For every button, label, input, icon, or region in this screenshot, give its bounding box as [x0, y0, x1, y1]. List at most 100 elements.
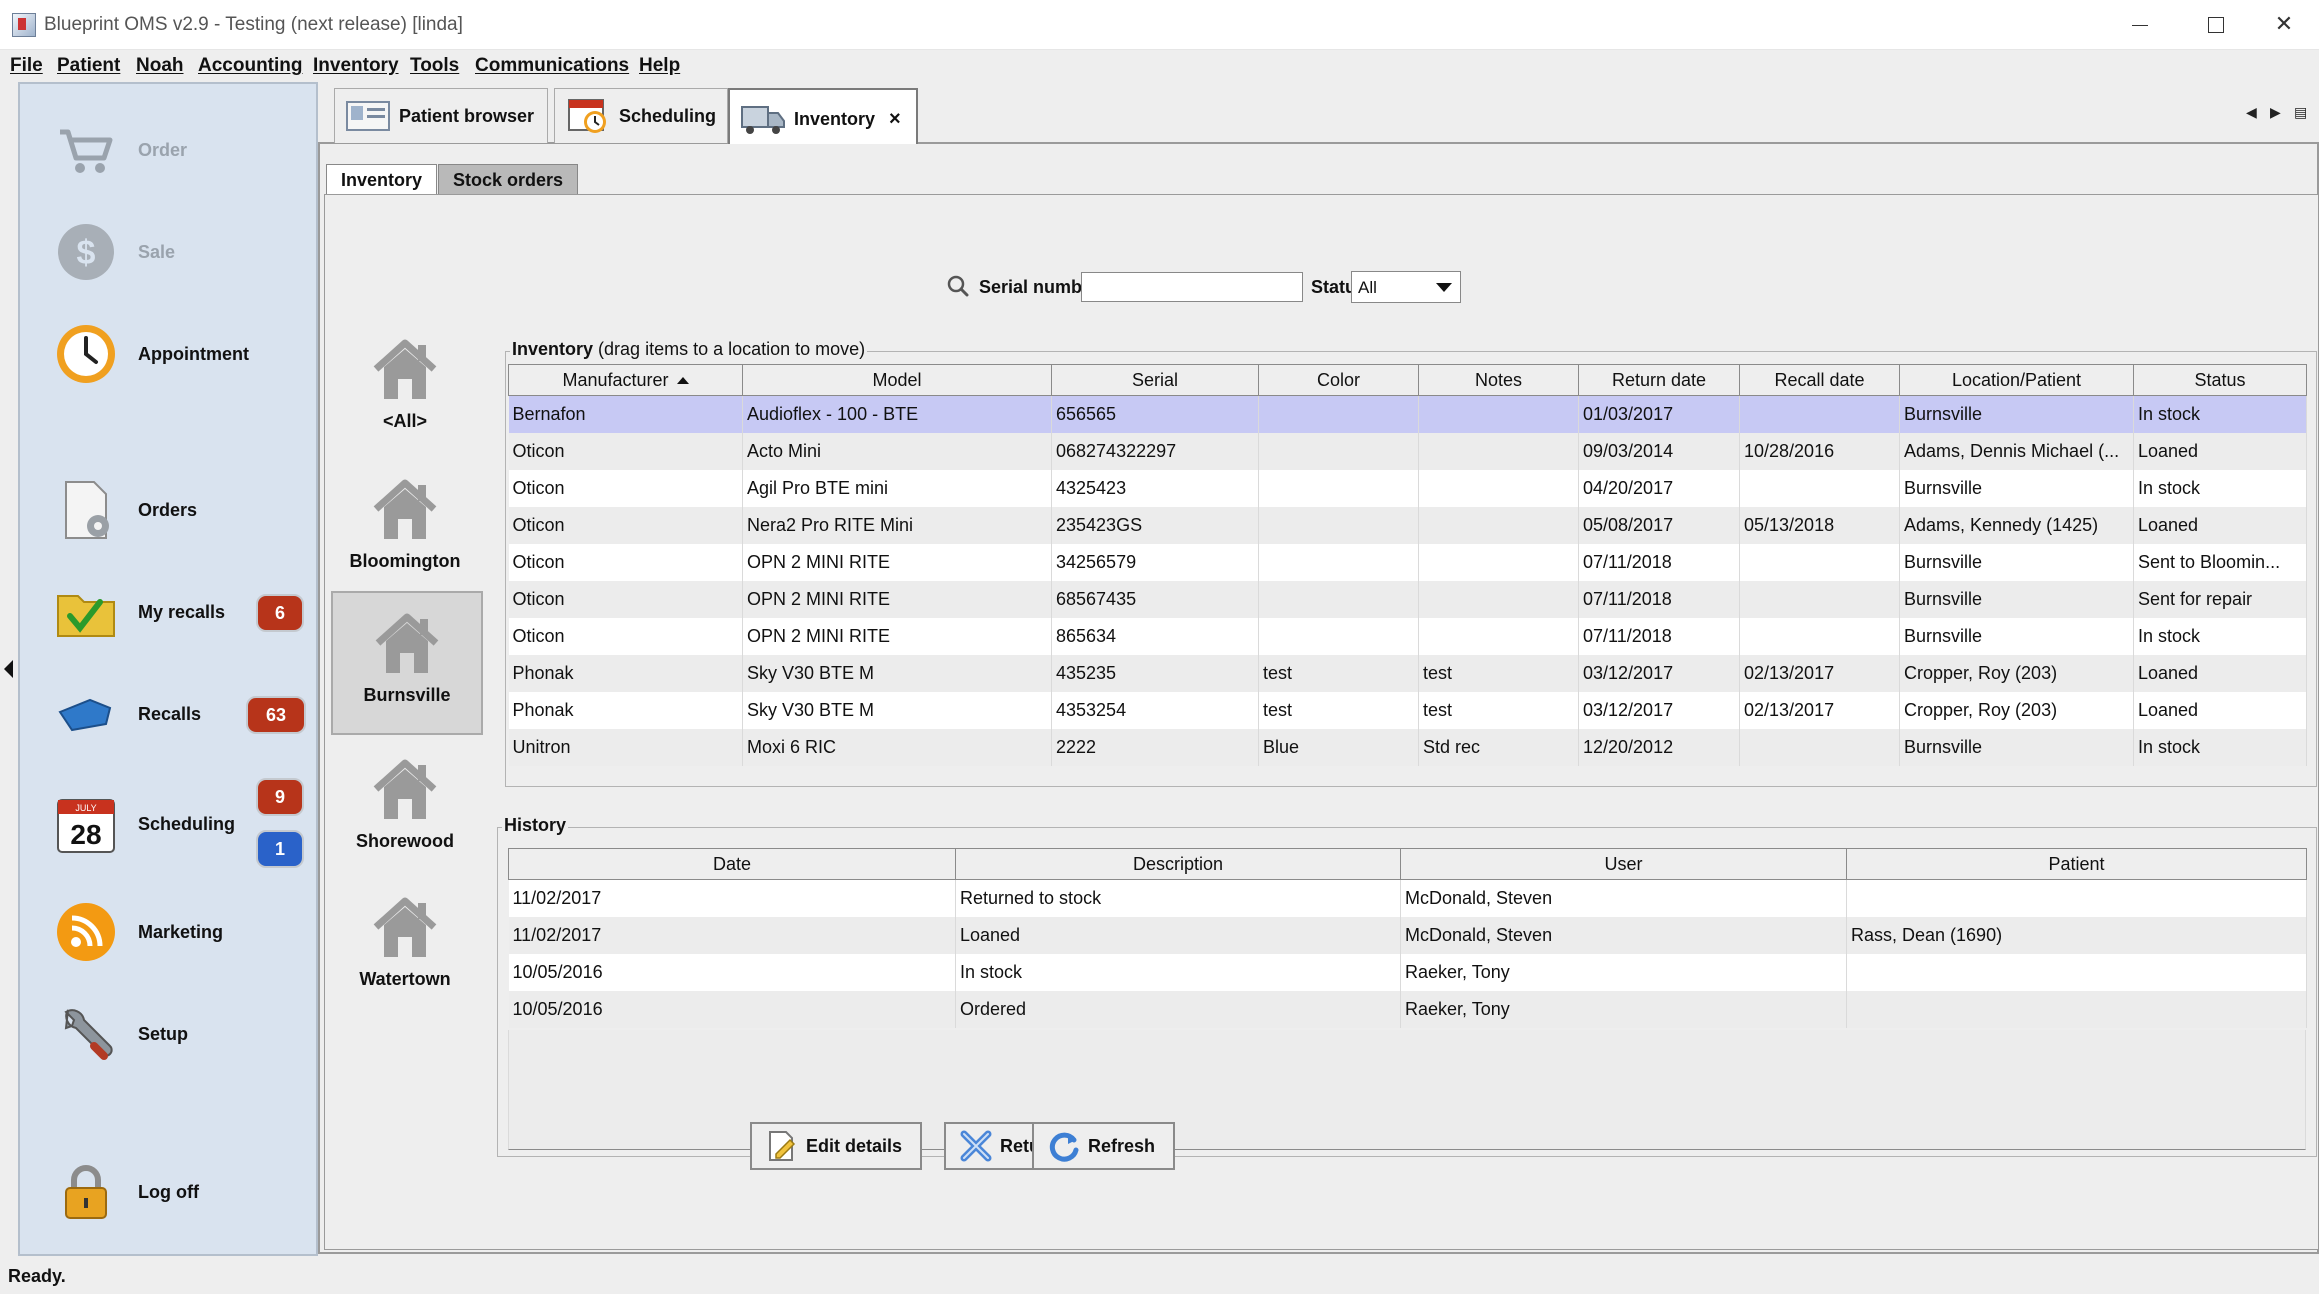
inventory-cell: Sky V30 BTE M: [742, 655, 1052, 692]
history-cell: Returned to stock: [955, 879, 1401, 917]
inventory-column-label: Model: [872, 369, 922, 390]
nav-order[interactable]: Order: [54, 110, 187, 190]
tab-patient-browser-label: Patient browser: [399, 105, 535, 126]
inventory-column-header[interactable]: Status: [2133, 364, 2307, 396]
location-all[interactable]: <All>: [331, 319, 479, 451]
inventory-cell: Audioflex - 100 - BTE: [742, 395, 1052, 433]
inventory-column-header[interactable]: Return date: [1578, 364, 1740, 396]
inventory-column-header[interactable]: Location/Patient: [1899, 364, 2134, 396]
inventory-cell: 03/12/2017: [1578, 692, 1740, 729]
clock-icon: [54, 322, 118, 386]
history-cell: Rass, Dean (1690): [1846, 917, 2307, 954]
history-cell: McDonald, Steven: [1400, 917, 1847, 954]
edit-details-button[interactable]: Edit details: [750, 1122, 923, 1170]
nav-log-off[interactable]: Log off: [54, 1152, 199, 1232]
inventory-cell: 068274322297: [1051, 433, 1259, 470]
nav-orders[interactable]: Orders: [54, 470, 197, 550]
inventory-column-header[interactable]: Serial: [1051, 364, 1259, 396]
history-column-header[interactable]: Date: [508, 848, 956, 880]
inventory-cell: Loaned: [2133, 655, 2307, 692]
collapse-nav-icon[interactable]: [4, 660, 13, 678]
inventory-cell: [1258, 395, 1419, 433]
history-group: History Date Description User Patient 11/02…: [497, 815, 2317, 1157]
inventory-column-header[interactable]: Color: [1258, 364, 1419, 396]
history-column-header[interactable]: User: [1400, 848, 1847, 880]
menu-communications[interactable]: Communications: [475, 55, 629, 77]
history-column-header[interactable]: Description: [955, 848, 1401, 880]
history-column-label: Patient: [2048, 853, 2105, 874]
close-window-button[interactable]: ✕: [2254, 6, 2314, 42]
inventory-cell: In stock: [2133, 395, 2307, 433]
tab-inventory[interactable]: Inventory ×: [728, 88, 918, 148]
menu-accounting[interactable]: Accounting: [198, 55, 303, 77]
status-filter-select[interactable]: All: [1351, 271, 1461, 303]
history-table-row[interactable]: 10/05/2016 In stock Raeker, Tony: [508, 954, 2307, 991]
history-table-row[interactable]: 11/02/2017 Returned to stock McDonald, Ste…: [508, 879, 2307, 917]
nav-marketing[interactable]: Marketing: [54, 892, 223, 972]
inventory-cell: Blue: [1258, 729, 1419, 766]
location-burnsville[interactable]: Burnsville: [331, 591, 483, 735]
inventory-column-label: Color: [1316, 369, 1360, 390]
nav-my-recalls-label: My recalls: [138, 601, 226, 622]
minimize-button[interactable]: [2110, 6, 2170, 42]
location-watertown[interactable]: Watertown: [331, 877, 479, 1009]
inventory-cell: Unitron: [508, 729, 743, 766]
inventory-cell: Sent to Bloomin...: [2133, 544, 2307, 581]
inventory-column-header[interactable]: Model: [742, 364, 1052, 396]
nav-sale[interactable]: $ Sale: [54, 212, 175, 292]
nav-scheduling[interactable]: JULY 28 Scheduling: [54, 784, 235, 864]
menu-noah[interactable]: Noah: [136, 55, 184, 77]
inventory-cell: [1258, 618, 1419, 655]
serial-number-input[interactable]: [1081, 272, 1303, 302]
nav-scheduling-label: Scheduling: [138, 813, 236, 834]
location-name: Burnsville: [363, 685, 451, 705]
history-column-header[interactable]: Patient: [1846, 848, 2307, 880]
history-table-row[interactable]: 11/02/2017 Loaned McDonald, Steven Rass, De…: [508, 917, 2307, 954]
subtab-inventory[interactable]: Inventory: [326, 164, 438, 196]
menu-help[interactable]: Help: [639, 55, 680, 77]
nav-my-recalls[interactable]: My recalls: [54, 572, 225, 652]
nav-recalls[interactable]: Recalls: [54, 674, 201, 754]
tab-close-icon[interactable]: ×: [889, 108, 901, 131]
tabs-list-icon[interactable]: ▤: [2294, 104, 2307, 121]
nav-setup[interactable]: Setup: [54, 994, 188, 1074]
inventory-title: Inventory: [512, 339, 594, 359]
subtab-stock-orders[interactable]: Stock orders: [438, 164, 579, 196]
history-cell: 10/05/2016: [508, 991, 956, 1028]
menu-patient[interactable]: Patient: [57, 55, 120, 77]
history-table-row[interactable]: 10/05/2016 Ordered Raeker, Tony: [508, 991, 2307, 1028]
menu-file[interactable]: File: [10, 55, 43, 77]
inventory-table-row[interactable]: Oticon Nera2 Pro RITE Mini 235423GS 05/08/2…: [508, 507, 2307, 544]
inventory-column-header[interactable]: Recall date: [1739, 364, 1900, 396]
menu-tools[interactable]: Tools: [410, 55, 459, 77]
inventory-column-header[interactable]: Manufacturer: [508, 364, 743, 396]
refresh-button[interactable]: Refresh: [1032, 1122, 1176, 1170]
inventory-table-row[interactable]: Oticon OPN 2 MINI RITE 34256579 07/11/2018 B…: [508, 544, 2307, 581]
location-shorewood[interactable]: Shorewood: [331, 739, 479, 871]
padlock-icon: [54, 1160, 118, 1224]
inventory-table-row[interactable]: Unitron Moxi 6 RIC 2222 Blue Std rec 12/20/20…: [508, 729, 2307, 766]
close-icon: ✕: [2274, 11, 2294, 36]
inventory-cell: [1418, 544, 1579, 581]
tab-patient-browser[interactable]: Patient browser: [334, 88, 548, 143]
maximize-button[interactable]: [2186, 6, 2246, 42]
inventory-cell: Burnsville: [1899, 729, 2134, 766]
menu-inventory[interactable]: Inventory: [313, 55, 399, 77]
inventory-table-row[interactable]: Oticon OPN 2 MINI RITE 68567435 07/11/2018 B…: [508, 581, 2307, 618]
calendar-month: JULY: [75, 803, 96, 813]
inventory-table-row[interactable]: Bernafon Audioflex - 100 - BTE 656565 01/03…: [508, 395, 2307, 433]
inventory-table-row[interactable]: Oticon Acto Mini 068274322297 09/03/2014 10/…: [508, 433, 2307, 470]
inventory-table-row[interactable]: Oticon OPN 2 MINI RITE 865634 07/11/2018 Bur…: [508, 618, 2307, 655]
calendar-icon: JULY 28: [54, 792, 118, 856]
tab-scheduling[interactable]: Scheduling: [554, 88, 728, 143]
inventory-table-row[interactable]: Phonak Sky V30 BTE M 435235 test test 03/12/2…: [508, 655, 2307, 692]
inventory-column-header[interactable]: Notes: [1418, 364, 1579, 396]
inventory-table-row[interactable]: Phonak Sky V30 BTE M 4353254 test test 03/12/…: [508, 692, 2307, 729]
inventory-table-row[interactable]: Oticon Agil Pro BTE mini 4325423 04/20/2017…: [508, 470, 2307, 507]
tabs-scroll-right-icon[interactable]: ▶: [2270, 104, 2281, 121]
location-bloomington[interactable]: Bloomington: [331, 459, 479, 591]
tabs-scroll-left-icon[interactable]: ◀: [2246, 104, 2257, 121]
nav-appointment[interactable]: Appointment: [54, 314, 249, 394]
inventory-cell: [1418, 395, 1579, 433]
inventory-cell: Bernafon: [508, 395, 743, 433]
